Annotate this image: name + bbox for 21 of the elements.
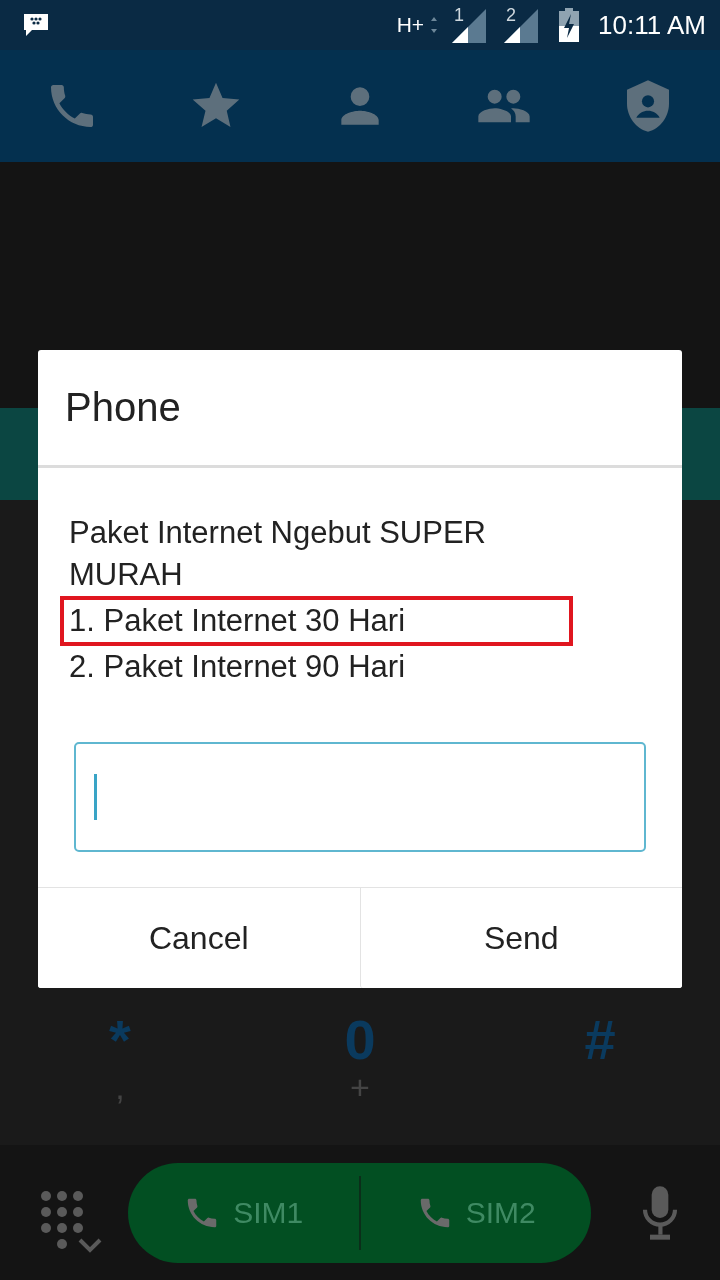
dialog-title: Phone (38, 350, 682, 468)
call-button[interactable]: SIM1 (128, 1162, 359, 1263)
data-arrows-icon (430, 16, 439, 34)
dialog-button[interactable]: Send (359, 888, 682, 988)
dial-key[interactable]: * (109, 1010, 131, 1070)
signal-icon (452, 9, 487, 43)
call-button[interactable]: SIM2 (360, 1162, 591, 1263)
network-type: H+ (396, 13, 425, 37)
sim-number: 1 (454, 5, 465, 26)
chat-icon (22, 12, 50, 38)
key-subtext: , (115, 1070, 125, 1104)
dial-key[interactable]: # (584, 1010, 616, 1070)
input-field[interactable] (74, 742, 646, 852)
message-line: 2. Paket Internet 90 Hari (68, 648, 407, 686)
dial-key[interactable]: 0 (344, 1010, 376, 1070)
key-subtext: + (350, 1070, 370, 1104)
clock: 10:11 AM (598, 9, 706, 41)
sim-number: 2 (506, 5, 517, 26)
battery-charging-icon (558, 8, 581, 42)
signal-icon (504, 9, 539, 43)
message-line: Paket Internet Ngebut SUPER MURAH (68, 514, 487, 594)
